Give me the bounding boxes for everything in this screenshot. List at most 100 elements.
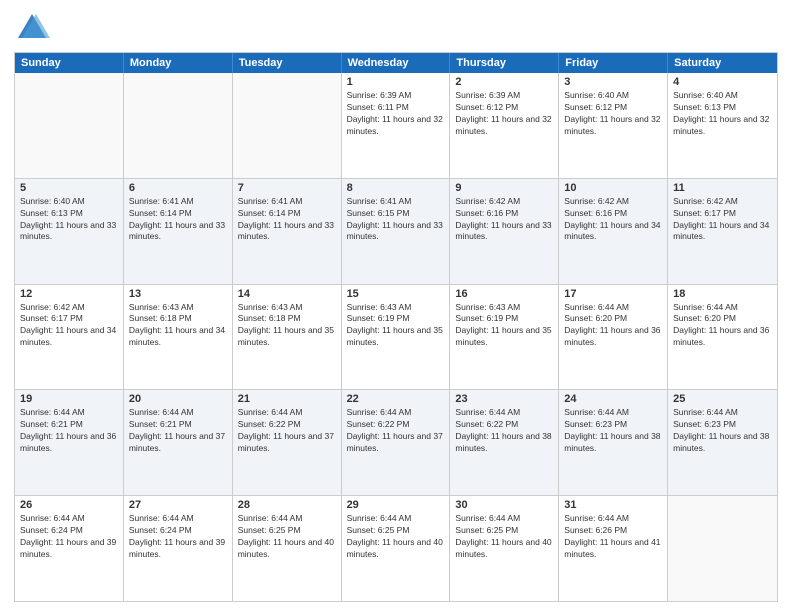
cell-info: Sunrise: 6:44 AM Sunset: 6:25 PM Dayligh… bbox=[238, 513, 336, 561]
empty-cell-0-2 bbox=[233, 73, 342, 178]
day-number: 29 bbox=[347, 499, 445, 511]
day-number: 7 bbox=[238, 182, 336, 194]
day-cell-3: 3 Sunrise: 6:40 AM Sunset: 6:12 PM Daylig… bbox=[559, 73, 668, 178]
cell-info: Sunrise: 6:44 AM Sunset: 6:22 PM Dayligh… bbox=[238, 407, 336, 455]
day-number: 1 bbox=[347, 76, 445, 88]
day-number: 28 bbox=[238, 499, 336, 511]
cal-row-3: 19 Sunrise: 6:44 AM Sunset: 6:21 PM Dayli… bbox=[15, 389, 777, 495]
cell-info: Sunrise: 6:43 AM Sunset: 6:18 PM Dayligh… bbox=[238, 302, 336, 350]
cell-info: Sunrise: 6:41 AM Sunset: 6:15 PM Dayligh… bbox=[347, 196, 445, 244]
cell-info: Sunrise: 6:43 AM Sunset: 6:19 PM Dayligh… bbox=[347, 302, 445, 350]
weekday-header-tuesday: Tuesday bbox=[233, 53, 342, 73]
day-cell-24: 24 Sunrise: 6:44 AM Sunset: 6:23 PM Dayli… bbox=[559, 390, 668, 495]
calendar-header: SundayMondayTuesdayWednesdayThursdayFrid… bbox=[15, 53, 777, 73]
cell-info: Sunrise: 6:40 AM Sunset: 6:12 PM Dayligh… bbox=[564, 90, 662, 138]
day-number: 15 bbox=[347, 288, 445, 300]
cell-info: Sunrise: 6:39 AM Sunset: 6:11 PM Dayligh… bbox=[347, 90, 445, 138]
day-cell-12: 12 Sunrise: 6:42 AM Sunset: 6:17 PM Dayli… bbox=[15, 285, 124, 390]
day-number: 24 bbox=[564, 393, 662, 405]
cell-info: Sunrise: 6:44 AM Sunset: 6:21 PM Dayligh… bbox=[20, 407, 118, 455]
cell-info: Sunrise: 6:44 AM Sunset: 6:23 PM Dayligh… bbox=[673, 407, 772, 455]
day-number: 5 bbox=[20, 182, 118, 194]
day-number: 31 bbox=[564, 499, 662, 511]
cal-row-0: 1 Sunrise: 6:39 AM Sunset: 6:11 PM Daylig… bbox=[15, 73, 777, 178]
cell-info: Sunrise: 6:40 AM Sunset: 6:13 PM Dayligh… bbox=[673, 90, 772, 138]
cell-info: Sunrise: 6:43 AM Sunset: 6:19 PM Dayligh… bbox=[455, 302, 553, 350]
cell-info: Sunrise: 6:44 AM Sunset: 6:20 PM Dayligh… bbox=[673, 302, 772, 350]
calendar-body: 1 Sunrise: 6:39 AM Sunset: 6:11 PM Daylig… bbox=[15, 73, 777, 601]
cell-info: Sunrise: 6:44 AM Sunset: 6:21 PM Dayligh… bbox=[129, 407, 227, 455]
day-number: 27 bbox=[129, 499, 227, 511]
day-number: 12 bbox=[20, 288, 118, 300]
day-number: 14 bbox=[238, 288, 336, 300]
cell-info: Sunrise: 6:43 AM Sunset: 6:18 PM Dayligh… bbox=[129, 302, 227, 350]
cell-info: Sunrise: 6:42 AM Sunset: 6:16 PM Dayligh… bbox=[455, 196, 553, 244]
weekday-header-wednesday: Wednesday bbox=[342, 53, 451, 73]
day-number: 19 bbox=[20, 393, 118, 405]
day-number: 21 bbox=[238, 393, 336, 405]
weekday-header-friday: Friday bbox=[559, 53, 668, 73]
empty-cell-0-0 bbox=[15, 73, 124, 178]
day-number: 25 bbox=[673, 393, 772, 405]
empty-cell-4-6 bbox=[668, 496, 777, 601]
day-cell-18: 18 Sunrise: 6:44 AM Sunset: 6:20 PM Dayli… bbox=[668, 285, 777, 390]
day-cell-17: 17Sunrise: 6:44 AM Sunset: 6:20 PM Dayli… bbox=[559, 285, 668, 390]
day-number: 13 bbox=[129, 288, 227, 300]
day-cell-15: 15 Sunrise: 6:43 AM Sunset: 6:19 PM Dayli… bbox=[342, 285, 451, 390]
day-cell-19: 19 Sunrise: 6:44 AM Sunset: 6:21 PM Dayli… bbox=[15, 390, 124, 495]
page: SundayMondayTuesdayWednesdayThursdayFrid… bbox=[0, 0, 792, 612]
day-cell-4: 4Sunrise: 6:40 AM Sunset: 6:13 PM Daylig… bbox=[668, 73, 777, 178]
day-cell-23: 23Sunrise: 6:44 AM Sunset: 6:22 PM Dayli… bbox=[450, 390, 559, 495]
cell-info: Sunrise: 6:44 AM Sunset: 6:26 PM Dayligh… bbox=[564, 513, 662, 561]
cell-info: Sunrise: 6:44 AM Sunset: 6:23 PM Dayligh… bbox=[564, 407, 662, 455]
day-number: 9 bbox=[455, 182, 553, 194]
cell-info: Sunrise: 6:44 AM Sunset: 6:25 PM Dayligh… bbox=[347, 513, 445, 561]
day-cell-7: 7 Sunrise: 6:41 AM Sunset: 6:14 PM Daylig… bbox=[233, 179, 342, 284]
cell-info: Sunrise: 6:41 AM Sunset: 6:14 PM Dayligh… bbox=[238, 196, 336, 244]
day-cell-20: 20 Sunrise: 6:44 AM Sunset: 6:21 PM Dayli… bbox=[124, 390, 233, 495]
day-cell-13: 13 Sunrise: 6:43 AM Sunset: 6:18 PM Dayli… bbox=[124, 285, 233, 390]
cell-info: Sunrise: 6:44 AM Sunset: 6:25 PM Dayligh… bbox=[455, 513, 553, 561]
cell-info: Sunrise: 6:42 AM Sunset: 6:17 PM Dayligh… bbox=[20, 302, 118, 350]
empty-cell-0-1 bbox=[124, 73, 233, 178]
day-cell-26: 26 Sunrise: 6:44 AM Sunset: 6:24 PM Dayli… bbox=[15, 496, 124, 601]
weekday-header-thursday: Thursday bbox=[450, 53, 559, 73]
cell-info: Sunrise: 6:44 AM Sunset: 6:22 PM Dayligh… bbox=[347, 407, 445, 455]
day-cell-21: 21 Sunrise: 6:44 AM Sunset: 6:22 PM Dayli… bbox=[233, 390, 342, 495]
logo bbox=[14, 10, 54, 46]
logo-icon bbox=[14, 10, 50, 46]
day-number: 18 bbox=[673, 288, 772, 300]
day-cell-8: 8Sunrise: 6:41 AM Sunset: 6:15 PM Daylig… bbox=[342, 179, 451, 284]
day-number: 26 bbox=[20, 499, 118, 511]
header bbox=[14, 10, 778, 46]
cell-info: Sunrise: 6:44 AM Sunset: 6:24 PM Dayligh… bbox=[20, 513, 118, 561]
day-cell-9: 9 Sunrise: 6:42 AM Sunset: 6:16 PM Daylig… bbox=[450, 179, 559, 284]
cell-info: Sunrise: 6:40 AM Sunset: 6:13 PM Dayligh… bbox=[20, 196, 118, 244]
day-cell-10: 10Sunrise: 6:42 AM Sunset: 6:16 PM Dayli… bbox=[559, 179, 668, 284]
day-number: 30 bbox=[455, 499, 553, 511]
day-number: 17 bbox=[564, 288, 662, 300]
day-cell-31: 31 Sunrise: 6:44 AM Sunset: 6:26 PM Dayli… bbox=[559, 496, 668, 601]
day-cell-16: 16 Sunrise: 6:43 AM Sunset: 6:19 PM Dayli… bbox=[450, 285, 559, 390]
cell-info: Sunrise: 6:42 AM Sunset: 6:17 PM Dayligh… bbox=[673, 196, 772, 244]
day-cell-29: 29 Sunrise: 6:44 AM Sunset: 6:25 PM Dayli… bbox=[342, 496, 451, 601]
day-cell-22: 22 Sunrise: 6:44 AM Sunset: 6:22 PM Dayli… bbox=[342, 390, 451, 495]
day-number: 10 bbox=[564, 182, 662, 194]
cal-row-1: 5 Sunrise: 6:40 AM Sunset: 6:13 PM Daylig… bbox=[15, 178, 777, 284]
day-number: 16 bbox=[455, 288, 553, 300]
cal-row-2: 12 Sunrise: 6:42 AM Sunset: 6:17 PM Dayli… bbox=[15, 284, 777, 390]
day-number: 3 bbox=[564, 76, 662, 88]
day-cell-30: 30 Sunrise: 6:44 AM Sunset: 6:25 PM Dayli… bbox=[450, 496, 559, 601]
cell-info: Sunrise: 6:39 AM Sunset: 6:12 PM Dayligh… bbox=[455, 90, 553, 138]
cal-row-4: 26 Sunrise: 6:44 AM Sunset: 6:24 PM Dayli… bbox=[15, 495, 777, 601]
day-number: 2 bbox=[455, 76, 553, 88]
cell-info: Sunrise: 6:44 AM Sunset: 6:24 PM Dayligh… bbox=[129, 513, 227, 561]
day-cell-28: 28 Sunrise: 6:44 AM Sunset: 6:25 PM Dayli… bbox=[233, 496, 342, 601]
day-number: 22 bbox=[347, 393, 445, 405]
day-cell-27: 27 Sunrise: 6:44 AM Sunset: 6:24 PM Dayli… bbox=[124, 496, 233, 601]
cell-info: Sunrise: 6:41 AM Sunset: 6:14 PM Dayligh… bbox=[129, 196, 227, 244]
day-number: 6 bbox=[129, 182, 227, 194]
day-number: 20 bbox=[129, 393, 227, 405]
weekday-header-saturday: Saturday bbox=[668, 53, 777, 73]
weekday-header-monday: Monday bbox=[124, 53, 233, 73]
